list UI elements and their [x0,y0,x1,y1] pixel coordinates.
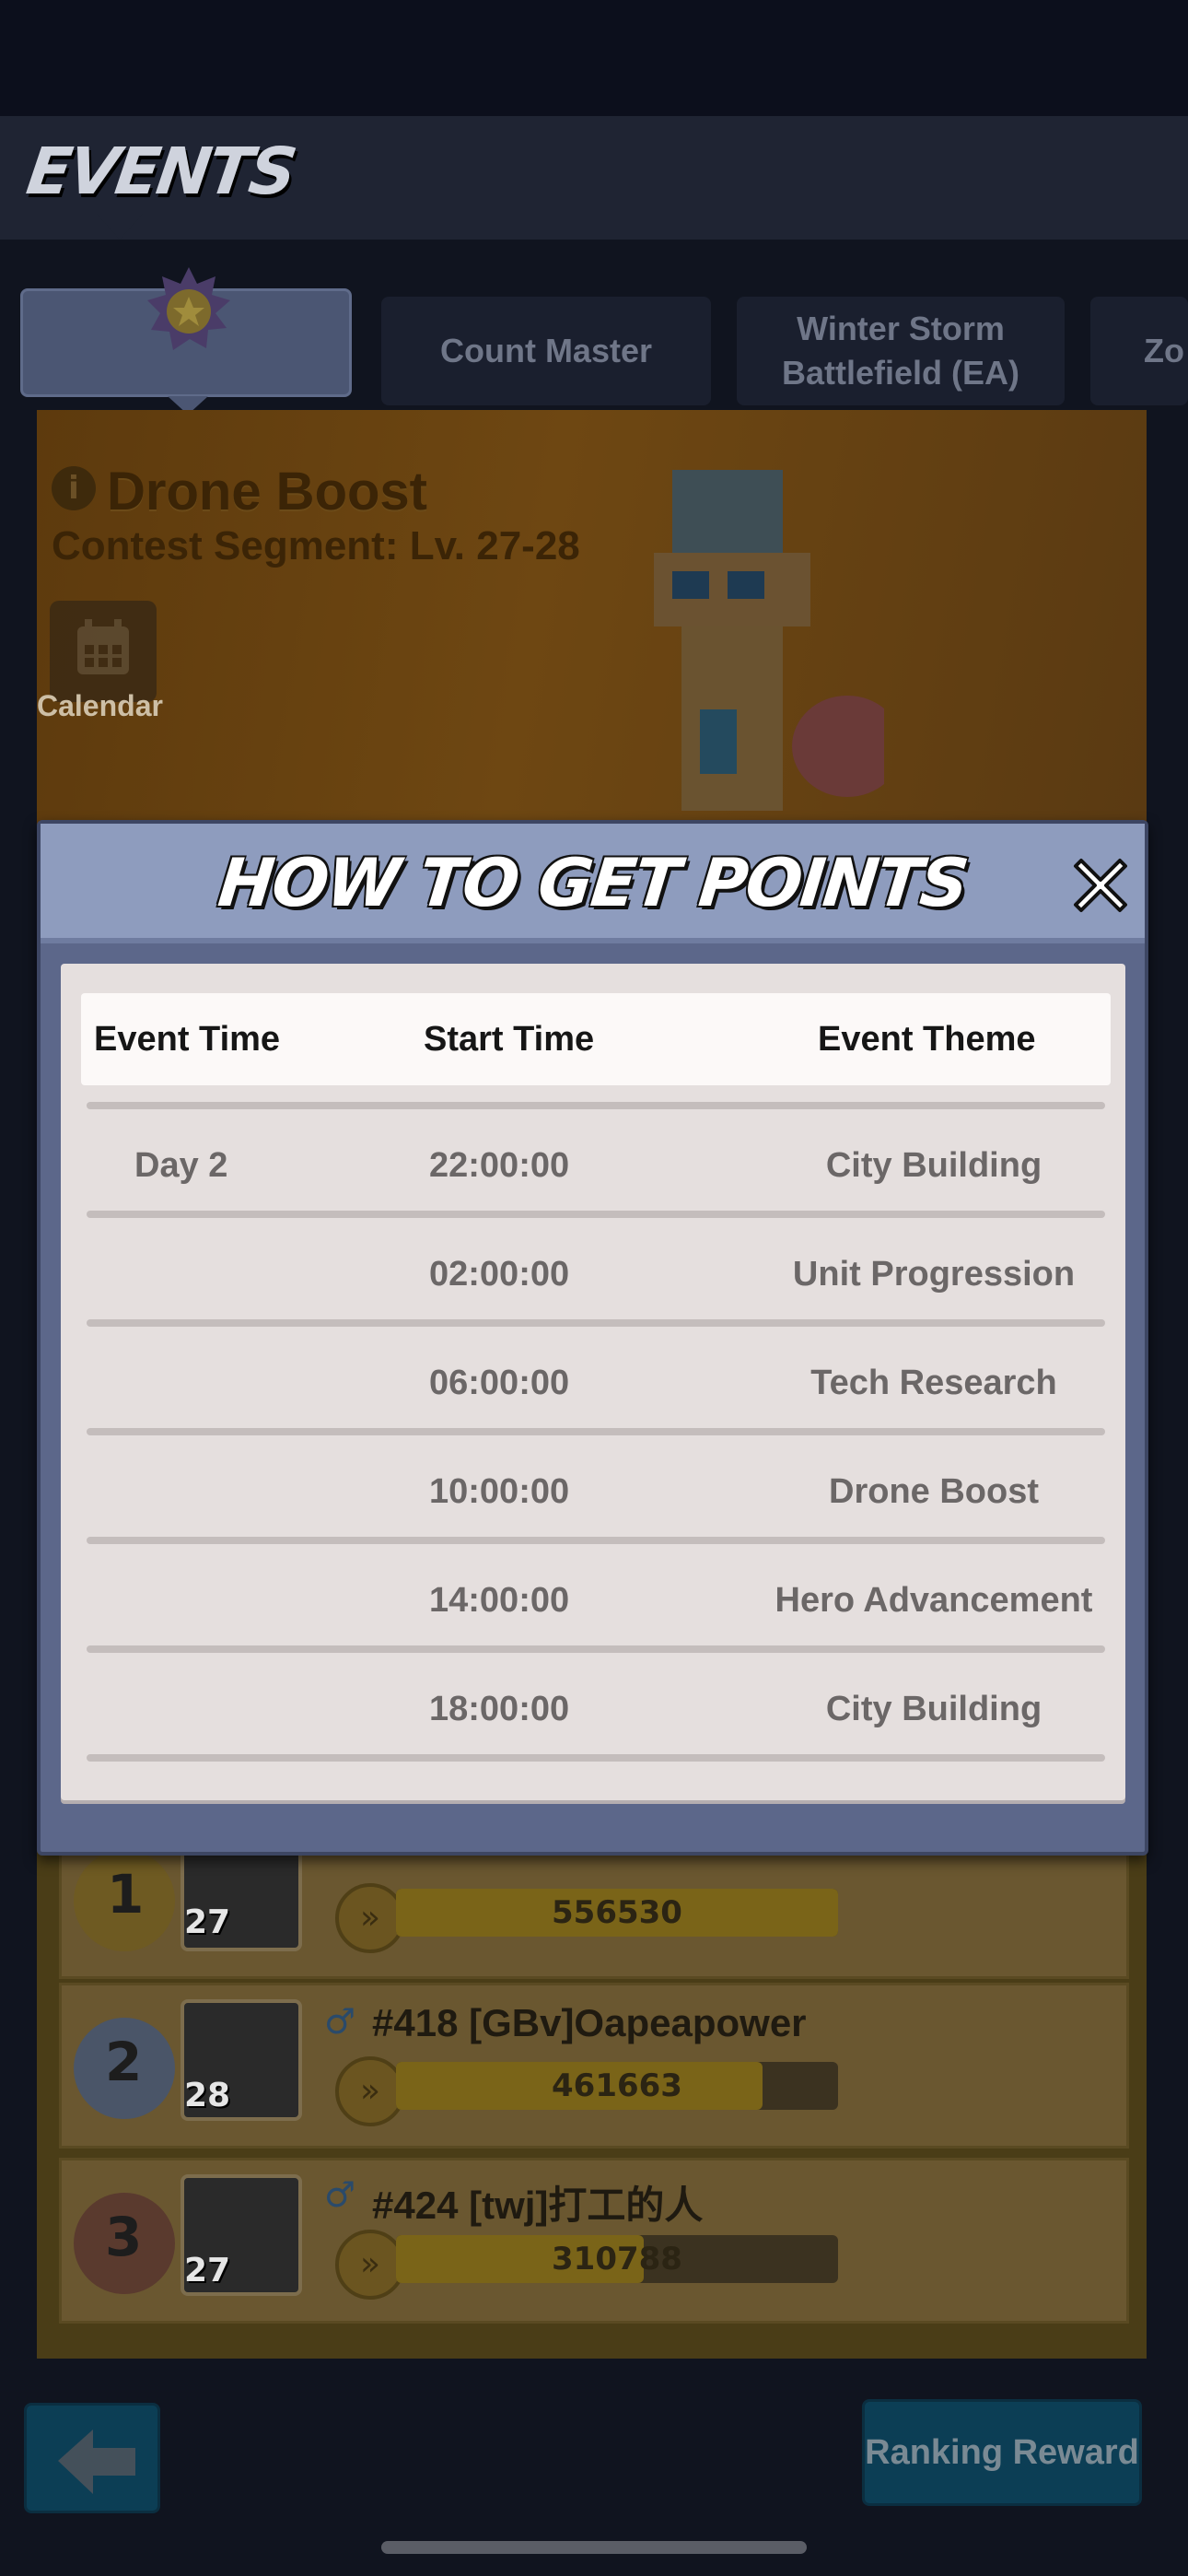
start-time-cell: 14:00:00 [429,1581,570,1620]
table-header: Event Time Start Time Event Theme [81,993,1111,1085]
event-theme-cell: Tech Research [810,1364,1057,1402]
table-row: 14:00:00 Hero Advancement [87,1537,1105,1645]
close-button[interactable] [1065,849,1136,921]
how-to-get-points-dialog: HOW TO GET POINTS Event Time Start Time … [37,820,1148,1856]
start-time-cell: 18:00:00 [429,1690,570,1728]
event-theme-cell: Drone Boost [829,1472,1039,1511]
row-divider [87,1211,1105,1218]
schedule-table: Event Time Start Time Event Theme Day 2 … [61,964,1125,1800]
event-theme-cell: Unit Progression [792,1255,1076,1294]
table-row: Day 2 22:00:00 City Building [87,1102,1105,1211]
table-row: 10:00:00 Drone Boost [87,1428,1105,1537]
event-theme-cell: City Building [825,1690,1042,1728]
dialog-title: HOW TO GET POINTS [215,844,971,921]
column-header-start-time: Start Time [424,1020,595,1059]
row-divider [87,1537,1105,1544]
row-divider [87,1102,1105,1109]
column-header-event-theme: Event Theme [818,1020,1036,1059]
event-time-cell: Day 2 [134,1146,228,1185]
table-row: 06:00:00 Tech Research [87,1319,1105,1428]
row-divider [87,1645,1105,1653]
close-icon [1074,859,1127,912]
column-header-event-time: Event Time [94,1020,281,1059]
table-row: 02:00:00 Unit Progression [87,1211,1105,1319]
event-theme-cell: City Building [825,1146,1042,1185]
start-time-cell: 22:00:00 [429,1146,570,1185]
event-theme-cell: Hero Advancement [775,1581,1093,1620]
table-row: 18:00:00 City Building [87,1645,1105,1754]
start-time-cell: 02:00:00 [429,1255,570,1294]
row-divider [87,1754,1105,1762]
row-divider [87,1319,1105,1327]
start-time-cell: 10:00:00 [429,1472,570,1511]
start-time-cell: 06:00:00 [429,1364,570,1402]
dialog-header: HOW TO GET POINTS [41,824,1145,943]
row-divider [87,1428,1105,1435]
